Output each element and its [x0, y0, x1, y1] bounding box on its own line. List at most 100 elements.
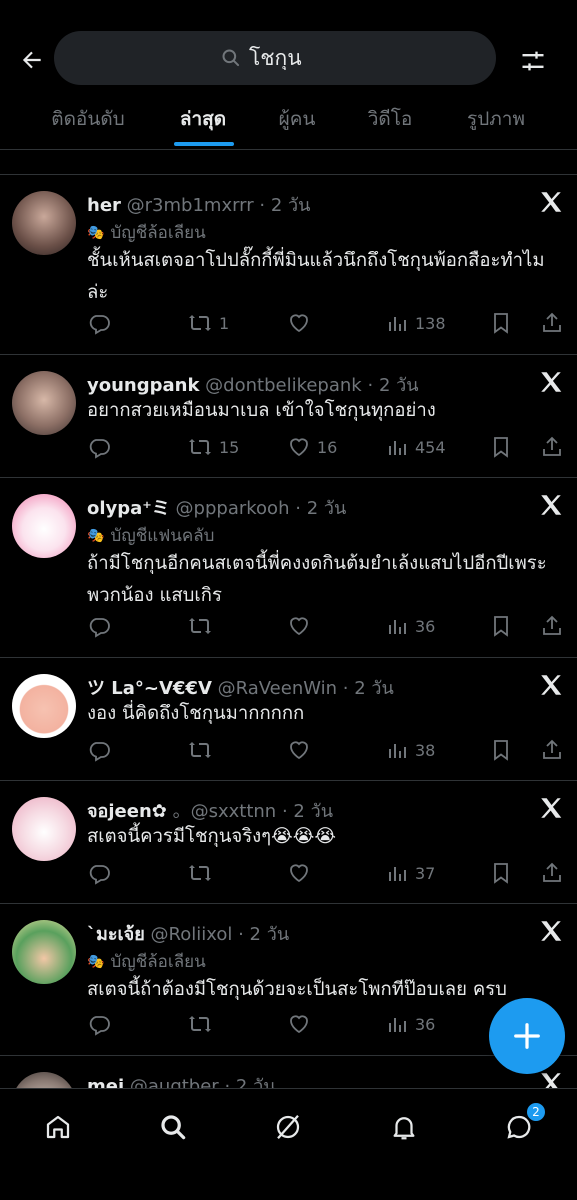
bookmark-icon [494, 437, 508, 458]
tab-videos[interactable]: วิดีโอ [368, 104, 413, 134]
share-button[interactable] [540, 738, 564, 762]
tab-people[interactable]: ผู้คน [279, 104, 316, 134]
reply-button[interactable] [87, 861, 111, 885]
retweet-button[interactable] [187, 861, 219, 885]
tweet-header: mei @augtber · 2 วัน [87, 1071, 276, 1088]
x-logo-icon[interactable] [538, 672, 564, 698]
bookmark-button[interactable] [490, 311, 512, 335]
retweet-button[interactable] [187, 1012, 219, 1036]
author-name[interactable]: youngpank [87, 375, 199, 396]
bookmark-button[interactable] [490, 861, 512, 885]
share-button[interactable] [540, 861, 564, 885]
reply-button[interactable] [87, 614, 111, 638]
bookmark-button[interactable] [490, 614, 512, 638]
like-button[interactable] [287, 311, 317, 335]
nav-messages[interactable]: 2 [499, 1101, 547, 1147]
tab-latest[interactable]: ล่าสุด [180, 104, 226, 134]
author-name[interactable]: จอjeen✿ [87, 801, 167, 822]
like-button[interactable]: 16 [287, 435, 337, 459]
reply-icon [89, 315, 110, 335]
retweet-button[interactable] [187, 738, 219, 762]
views-button[interactable]: 38 [387, 738, 435, 762]
bottom-navigation: 2 [0, 1088, 577, 1200]
tweet-6[interactable]: mei @augtber · 2 วัน [0, 1055, 577, 1088]
retweet-button[interactable]: 1 [187, 311, 229, 335]
view-count: 37 [415, 863, 436, 883]
retweet-button[interactable] [187, 614, 219, 638]
author-name[interactable]: ツ La°~V€€V [87, 678, 212, 699]
nav-home[interactable] [38, 1107, 78, 1147]
reply-button[interactable] [87, 435, 111, 459]
views-icon [389, 620, 406, 634]
reply-button[interactable] [87, 738, 111, 762]
timestamp: 2 วัน [293, 801, 333, 822]
views-button[interactable]: 37 [387, 861, 435, 885]
nav-search[interactable] [153, 1107, 193, 1147]
view-count: 138 [415, 313, 446, 333]
author-name[interactable]: her [87, 195, 121, 216]
like-button[interactable] [287, 738, 317, 762]
account-label: 🎭 บัญชีล้อเลียน [87, 948, 206, 975]
avatar[interactable] [12, 1072, 76, 1088]
tweet-3[interactable]: ツ La°~V€€V @RaVeenWin · 2 วัน งอง นี่คิด… [0, 657, 577, 780]
avatar[interactable] [12, 797, 76, 861]
views-icon [389, 744, 406, 758]
share-button[interactable] [540, 311, 564, 335]
like-button[interactable] [287, 861, 317, 885]
sliders-icon [522, 51, 544, 71]
search-input[interactable] [249, 46, 329, 70]
views-button[interactable]: 36 [387, 614, 435, 638]
tweet-4[interactable]: จอjeen✿ 。@sxxttnn · 2 วัน สเตจนี้ควรมีโช… [0, 780, 577, 903]
like-button[interactable] [287, 614, 317, 638]
views-icon [389, 867, 406, 881]
x-logo-icon[interactable] [538, 492, 564, 518]
timestamp: 2 วัน [306, 498, 347, 519]
x-logo-icon[interactable] [538, 369, 564, 395]
retweet-count: 15 [219, 437, 240, 457]
x-logo-icon[interactable] [538, 795, 564, 821]
views-button[interactable]: 36 [387, 1012, 435, 1036]
like-button[interactable] [287, 1012, 317, 1036]
search-filter-button[interactable] [514, 42, 552, 80]
search-bar[interactable] [54, 31, 496, 85]
author-name[interactable]: mei [87, 1076, 124, 1088]
x-logo-icon[interactable] [538, 1070, 564, 1088]
author-name[interactable]: `มะเจ้ย [87, 924, 145, 945]
bookmark-button[interactable] [490, 738, 512, 762]
share-button[interactable] [540, 435, 564, 459]
share-button[interactable] [540, 614, 564, 638]
author-handle: 。@sxxttnn [172, 801, 277, 822]
avatar[interactable] [12, 371, 76, 435]
x-logo-icon[interactable] [538, 918, 564, 944]
author-handle: @Roliixol [150, 924, 233, 945]
author-name[interactable]: olypa⁺ミ [87, 498, 170, 519]
x-logo-icon[interactable] [538, 189, 564, 215]
timestamp: 2 วัน [378, 375, 419, 396]
search-icon [222, 49, 240, 67]
tab-top[interactable]: ติดอันดับ [51, 104, 124, 134]
compose-tweet-button[interactable] [489, 998, 565, 1074]
tweet-2[interactable]: olypa⁺ミ @ppparkooh · 2 วัน 🎭 บัญชีแฟนคลั… [0, 477, 577, 657]
views-button[interactable]: 138 [387, 311, 446, 335]
tweet-1[interactable]: youngpank @dontbelikepank · 2 วัน อยากสว… [0, 354, 577, 477]
avatar[interactable] [12, 191, 76, 255]
tab-photos[interactable]: รูปภาพ [467, 104, 525, 134]
view-count: 36 [415, 1014, 436, 1034]
tweet-0[interactable]: her @r3mb1mxrrr · 2 วัน 🎭 บัญชีล้อเลียน … [0, 174, 577, 354]
reply-button[interactable] [87, 1012, 111, 1036]
separator: · [295, 498, 301, 519]
timestamp: 2 วัน [249, 924, 290, 945]
tweet-text: ถ้ามีโชกุนอีกคนสเตจนี้พี่คงงดกินต้มยำเล้… [87, 553, 547, 606]
nav-grok[interactable] [268, 1107, 308, 1147]
nav-notifications[interactable] [384, 1107, 424, 1147]
avatar[interactable] [12, 674, 76, 738]
separator: · [238, 924, 244, 945]
bookmark-button[interactable] [490, 435, 512, 459]
mask-icon: 🎭 [87, 224, 105, 241]
avatar[interactable] [12, 920, 76, 984]
reply-button[interactable] [87, 311, 111, 335]
back-button[interactable] [14, 42, 50, 78]
retweet-button[interactable]: 15 [187, 435, 239, 459]
views-button[interactable]: 454 [387, 435, 446, 459]
avatar[interactable] [12, 494, 76, 558]
